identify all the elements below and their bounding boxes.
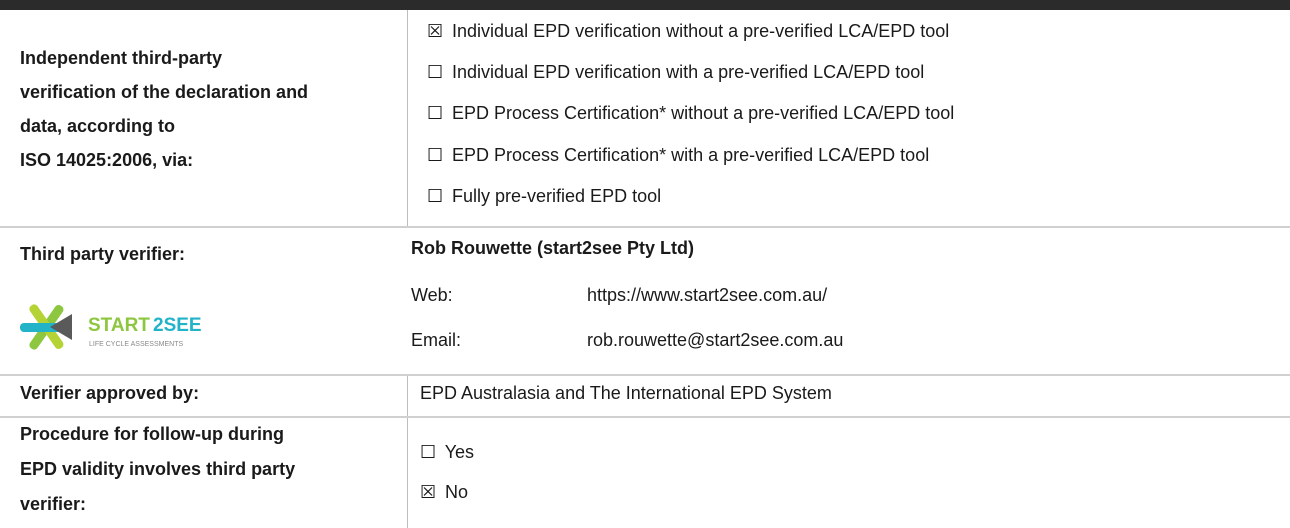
followup-option: ☐ Yes: [420, 442, 474, 463]
row-divider: [0, 416, 1290, 418]
verification-label-line: data, according to: [20, 116, 176, 136]
followup-label-line: verifier:: [20, 494, 87, 514]
verification-option: ☐ EPD Process Certification* without a p…: [427, 103, 954, 124]
verification-option: ☒ Individual EPD verification without a …: [427, 21, 949, 42]
option-label: Individual EPD verification without a pr…: [452, 21, 950, 41]
verification-label-line: Independent third-party: [20, 48, 222, 68]
approved-label: Verifier approved by:: [20, 383, 200, 403]
followup-label-line: Procedure for follow-up during: [20, 424, 284, 444]
verification-option: ☐ EPD Process Certification* with a pre-…: [427, 145, 929, 166]
unchecked-checkbox[interactable]: ☐: [420, 442, 440, 463]
logo-wordmark-start: START: [88, 315, 150, 336]
verification-option: ☐ Individual EPD verification with a pre…: [427, 62, 924, 83]
unchecked-checkbox[interactable]: ☐: [427, 62, 447, 83]
logo-star-icon: [20, 304, 72, 350]
verification-option: ☐ Fully pre-verified EPD tool: [427, 186, 661, 207]
verification-label-line: ISO 14025:2006, via:: [20, 150, 194, 170]
start2see-logo: START 2SEE LIFE CYCLE ASSESSMENTS: [20, 304, 202, 350]
verification-label-line: verification of the declaration and: [20, 82, 309, 102]
followup-option: ☒ No: [420, 482, 468, 503]
verification-label: Independent third-party verification of …: [20, 48, 308, 171]
option-label: Fully pre-verified EPD tool: [452, 186, 662, 206]
column-divider: [407, 376, 408, 528]
unchecked-checkbox[interactable]: ☐: [427, 145, 447, 166]
top-border-bar: [0, 0, 1290, 10]
verifier-name: Rob Rouwette (start2see Pty Ltd): [411, 238, 695, 258]
approved-value: EPD Australasia and The International EP…: [420, 383, 832, 403]
followup-label: Procedure for follow-up during EPD valid…: [20, 424, 295, 515]
unchecked-checkbox[interactable]: ☐: [427, 103, 447, 124]
row-divider: [0, 226, 1290, 228]
checked-checkbox[interactable]: ☒: [427, 21, 447, 42]
followup-label-line: EPD validity involves third party: [20, 459, 296, 479]
web-label: Web:: [411, 285, 453, 305]
option-label: Individual EPD verification with a pre-v…: [452, 62, 925, 82]
option-label: EPD Process Certification* without a pre…: [452, 103, 955, 123]
web-link[interactable]: https://www.start2see.com.au/: [587, 285, 827, 306]
verifier-label: Third party verifier:: [20, 244, 186, 264]
checked-checkbox[interactable]: ☒: [420, 482, 440, 503]
email-link[interactable]: rob.rouwette@start2see.com.au: [587, 330, 843, 351]
logo-tagline: LIFE CYCLE ASSESSMENTS: [89, 341, 183, 348]
row-divider: [0, 374, 1290, 376]
email-label: Email:: [411, 330, 462, 350]
logo-wordmark-see: 2SEE: [153, 315, 202, 336]
option-label: EPD Process Certification* with a pre-ve…: [452, 145, 930, 165]
option-label: Yes: [444, 442, 475, 462]
option-label: No: [445, 482, 469, 502]
column-divider: [407, 10, 408, 226]
unchecked-checkbox[interactable]: ☐: [427, 186, 447, 207]
